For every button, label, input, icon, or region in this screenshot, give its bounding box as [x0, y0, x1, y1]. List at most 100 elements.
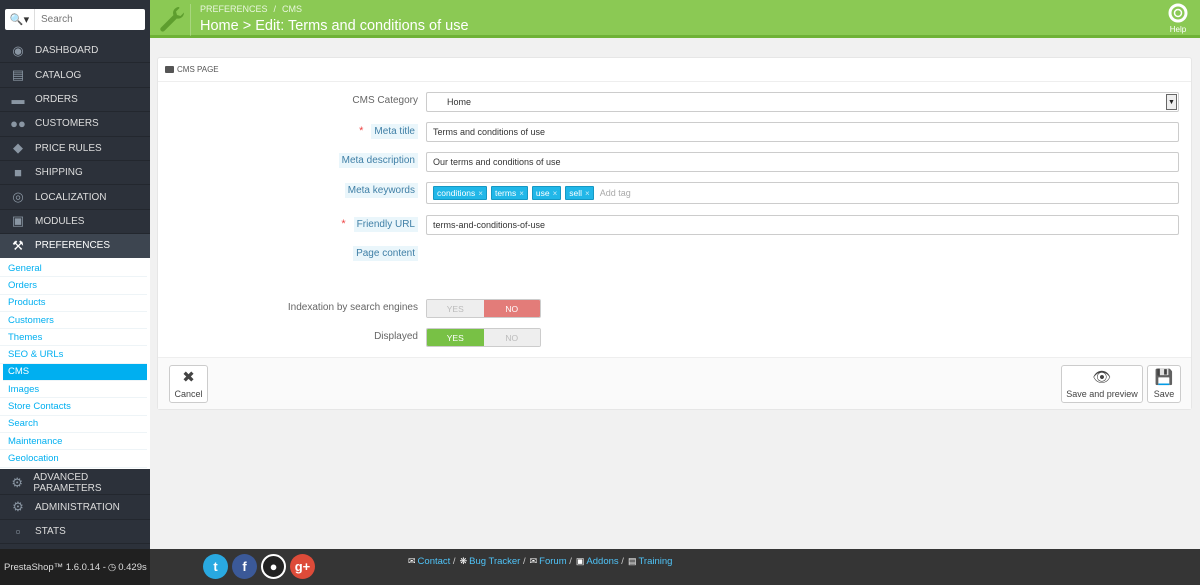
preferences-subnav: General Orders Products Customers Themes…	[0, 258, 150, 469]
main-nav: ◉ DASHBOARD ▤ CATALOG ▬ ORDERS ●● CUSTOMERS …	[0, 39, 150, 259]
version-info: PrestaShop™ 1.6.0.14 - ◷ 0.429s	[0, 549, 150, 585]
remove-tag-icon[interactable]: ×	[553, 189, 558, 198]
panel-heading: CMS PAGE	[158, 58, 1191, 82]
page-content-row: Page content	[158, 245, 1193, 265]
google-plus-icon[interactable]: g+	[290, 554, 315, 579]
breadcrumb: PREFERENCES / CMS	[200, 4, 303, 14]
subnav-item-maintenance[interactable]: Maintenance	[0, 433, 147, 451]
nav-item-advanced-parameters[interactable]: ⚙ ADVANCED PARAMETERS	[0, 471, 150, 496]
search-dropdown-button[interactable]: 🔍▾	[5, 9, 35, 30]
required-asterisk: *	[359, 125, 364, 137]
subnav-item-images[interactable]: Images	[0, 381, 147, 399]
nav-label: PREFERENCES	[35, 240, 111, 252]
subnav-item-orders[interactable]: Orders	[0, 277, 147, 295]
page-footer: PrestaShop™ 1.6.0.14 - ◷ 0.429s t f ● g+…	[0, 549, 1200, 585]
save-and-preview-button[interactable]: 👁 Save and preview	[1061, 365, 1143, 403]
meta-keywords-row: Meta keywords conditions × terms × use × se…	[158, 182, 1193, 204]
cms-category-row: CMS Category Home ▼	[158, 92, 1193, 112]
nav-label: DASHBOARD	[35, 45, 99, 57]
nav-label: CUSTOMERS	[35, 118, 99, 130]
remove-tag-icon[interactable]: ×	[585, 189, 590, 198]
cancel-label: Cancel	[174, 388, 203, 399]
nav-item-orders[interactable]: ▬ ORDERS	[0, 88, 150, 113]
meta-keywords-label: Meta keywords	[344, 183, 418, 198]
bug-icon: ❋	[459, 556, 468, 566]
forum-link[interactable]: Forum	[539, 556, 566, 567]
nav-item-localization[interactable]: ◎ LOCALIZATION	[0, 185, 150, 210]
meta-description-row: Meta description Our terms and condition…	[158, 152, 1193, 172]
cms-category-value: Home	[447, 97, 472, 107]
displayed-yes-option[interactable]: YES	[427, 329, 484, 346]
indexation-switch[interactable]: YES NO	[426, 299, 541, 318]
eye-icon: 👁	[1092, 368, 1112, 386]
nav-label: SHIPPING	[35, 167, 83, 179]
subnav-item-store-contacts[interactable]: Store Contacts	[0, 398, 147, 416]
meta-title-input[interactable]: Terms and conditions of use	[426, 122, 1179, 142]
cancel-button[interactable]: ✖ Cancel	[169, 365, 208, 403]
training-link[interactable]: Training	[638, 556, 672, 567]
breadcrumb-item[interactable]: PREFERENCES	[200, 4, 268, 14]
remove-tag-icon[interactable]: ×	[478, 189, 483, 198]
facebook-icon[interactable]: f	[232, 554, 257, 579]
nav-item-stats[interactable]: ▫ STATS	[0, 520, 150, 545]
contact-link[interactable]: Contact	[418, 556, 451, 567]
indexation-no-option[interactable]: NO	[483, 300, 540, 317]
meta-description-input[interactable]: Our terms and conditions of use	[426, 152, 1179, 172]
remove-tag-icon[interactable]: ×	[519, 189, 524, 198]
twitter-icon[interactable]: t	[203, 554, 228, 579]
addons-link[interactable]: Addons	[586, 556, 618, 567]
search-icon: 🔍▾	[9, 14, 30, 26]
nav-item-modules[interactable]: ▣ MODULES	[0, 210, 150, 235]
clock-icon: ◷	[107, 561, 117, 573]
credit-card-icon: ▬	[11, 91, 25, 107]
required-asterisk: *	[341, 218, 346, 230]
comments-icon: ✉	[529, 556, 538, 566]
nav-label: STATS	[35, 525, 66, 537]
nav-item-price-rules[interactable]: ◆ PRICE RULES	[0, 137, 150, 161]
envelope-icon: ✉	[408, 556, 416, 566]
chevron-down-icon: ▼	[1166, 94, 1177, 110]
subnav-item-search[interactable]: Search	[0, 416, 147, 433]
displayed-no-option[interactable]: NO	[483, 329, 540, 346]
friendly-url-input[interactable]: terms-and-conditions-of-use	[426, 215, 1179, 235]
cogs-icon: ⚙	[11, 474, 24, 490]
github-icon[interactable]: ●	[261, 554, 286, 579]
footer-links: ✉ Contact / ❋ Bug Tracker / ✉ Forum / ▣ Addo…	[408, 556, 673, 567]
bug-tracker-link[interactable]: Bug Tracker	[469, 556, 520, 567]
subnav-item-general[interactable]: General	[0, 260, 147, 278]
nav-label: MODULES	[35, 215, 85, 227]
meta-keywords-tag-input[interactable]: conditions × terms × use × sell × Add tag	[426, 182, 1179, 204]
search-input[interactable]	[35, 14, 139, 25]
subnav-item-geolocation[interactable]: Geolocation	[0, 450, 147, 468]
subnav-item-customers[interactable]: Customers	[0, 312, 147, 330]
cms-category-select[interactable]: Home ▼	[426, 92, 1179, 112]
nav-item-preferences[interactable]: ⚒ PREFERENCES	[0, 234, 150, 259]
breadcrumb-item[interactable]: CMS	[282, 4, 302, 14]
nav-item-catalog[interactable]: ▤ CATALOG	[0, 63, 150, 88]
nav-item-customers[interactable]: ●● CUSTOMERS	[0, 112, 150, 137]
indexation-yes-option[interactable]: YES	[427, 300, 484, 317]
help-button[interactable]: Help	[1166, 3, 1190, 34]
page-title: Home > Edit: Terms and conditions of use	[200, 18, 469, 34]
wrench-icon: ⚒	[12, 237, 24, 253]
lifebuoy-icon	[1168, 3, 1188, 23]
friendly-url-row: * Friendly URL terms-and-conditions-of-us…	[158, 215, 1193, 235]
save-button[interactable]: 💾 Save	[1147, 365, 1181, 403]
subnav-item-themes[interactable]: Themes	[0, 329, 147, 347]
tags-icon: ◆	[13, 140, 23, 156]
displayed-switch[interactable]: YES NO	[426, 328, 541, 347]
subnav-item-cms[interactable]: CMS	[3, 363, 147, 382]
puzzle-icon: ▣	[11, 213, 25, 229]
subnav-item-seo-urls[interactable]: SEO & URLs	[0, 346, 147, 364]
tag: use ×	[531, 186, 562, 200]
nav-item-shipping[interactable]: ■ SHIPPING	[0, 161, 150, 186]
nav-label: ADVANCED PARAMETERS	[33, 471, 102, 494]
cms-page-panel: CMS PAGE CMS Category Home ▼ * Meta title…	[157, 57, 1192, 410]
add-tag-input[interactable]: Add tag	[600, 188, 631, 198]
floppy-disk-icon: 💾	[1154, 368, 1174, 386]
nav-item-administration[interactable]: ⚙ ADMINISTRATION	[0, 495, 150, 520]
social-links: t f ● g+	[203, 554, 319, 579]
subnav-item-products[interactable]: Products	[0, 295, 147, 312]
nav-item-dashboard[interactable]: ◉ DASHBOARD	[0, 39, 150, 64]
panel-footer: ✖ Cancel 👁 Save and preview 💾 Save	[158, 357, 1191, 409]
